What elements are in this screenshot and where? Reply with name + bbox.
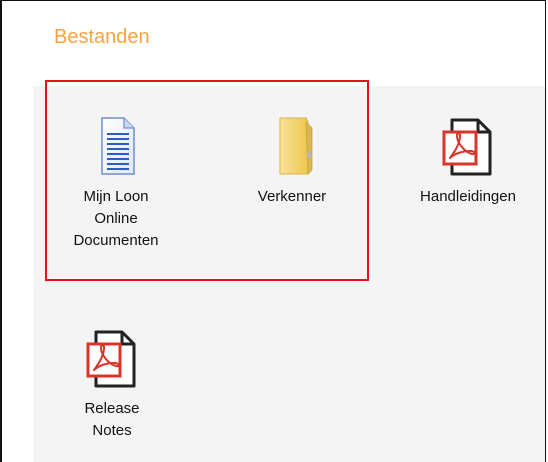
tile-label-line: Notes bbox=[92, 422, 132, 439]
tile-label: Handleidingen bbox=[408, 186, 528, 208]
tile-label: Release Notes bbox=[52, 398, 172, 442]
tile-label-line: Handleidingen bbox=[420, 188, 516, 205]
tile-label-line: Release bbox=[84, 400, 140, 417]
section-title: Bestanden bbox=[54, 26, 150, 48]
pdf-icon bbox=[442, 118, 492, 176]
selection-highlight bbox=[45, 80, 369, 281]
pdf-icon bbox=[86, 330, 136, 388]
tile-release-notes[interactable]: Release Notes bbox=[52, 326, 172, 442]
tile-handleidingen[interactable]: Handleidingen bbox=[408, 114, 528, 208]
